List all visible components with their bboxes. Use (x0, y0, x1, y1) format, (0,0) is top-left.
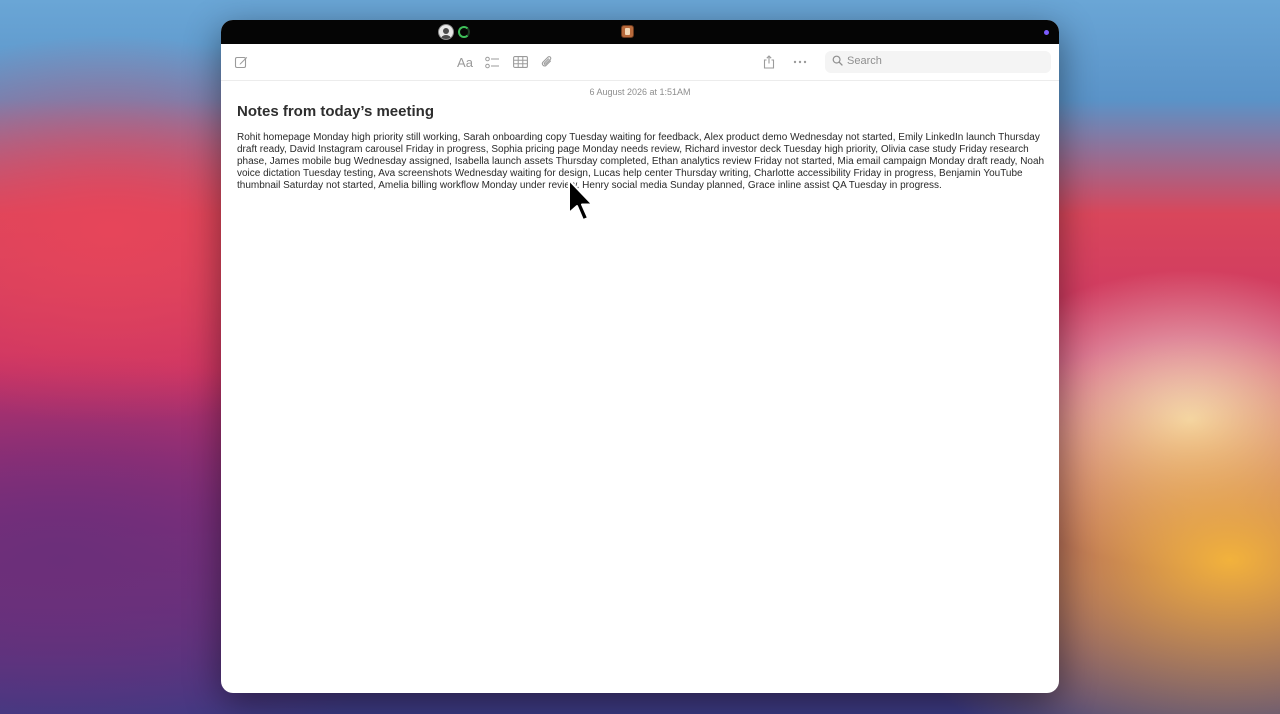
more-button[interactable] (790, 53, 810, 71)
more-icon (793, 60, 807, 64)
search-placeholder: Search (847, 55, 882, 67)
search-icon (832, 55, 843, 66)
search-field[interactable]: Search (825, 51, 1051, 73)
format-text-button[interactable]: Aa (454, 53, 476, 71)
activity-ring-icon[interactable] (458, 26, 470, 38)
notes-window: Aa Search 6 August 2026 at 1:51AM Notes … (221, 20, 1059, 693)
note-title[interactable]: Notes from today’s meeting (237, 103, 434, 120)
checklist-icon (484, 56, 499, 68)
compose-icon (234, 56, 248, 69)
checklist-button[interactable] (482, 53, 502, 71)
camera-indicator-dot-icon (1044, 30, 1049, 35)
menu-bar (221, 20, 1059, 44)
note-timestamp: 6 August 2026 at 1:51AM (589, 87, 691, 97)
format-text-icon: Aa (457, 54, 473, 70)
desktop-wallpaper: Aa Search 6 August 2026 at 1:51AM Notes … (0, 0, 1280, 714)
user-avatar-icon[interactable] (438, 24, 454, 40)
table-button[interactable] (510, 53, 530, 71)
notes-toolbar: Aa Search (221, 44, 1059, 81)
share-icon (763, 55, 775, 69)
app-status-icon[interactable] (621, 25, 634, 38)
table-icon (512, 56, 528, 68)
note-body[interactable]: Rohit homepage Monday high priority stil… (237, 132, 1045, 192)
note-editor[interactable]: 6 August 2026 at 1:51AM Notes from today… (221, 81, 1059, 693)
attachment-button[interactable] (537, 53, 557, 71)
paperclip-icon (541, 56, 552, 67)
compose-button[interactable] (231, 53, 251, 71)
mouse-pointer-icon (568, 179, 594, 221)
share-button[interactable] (759, 53, 779, 71)
